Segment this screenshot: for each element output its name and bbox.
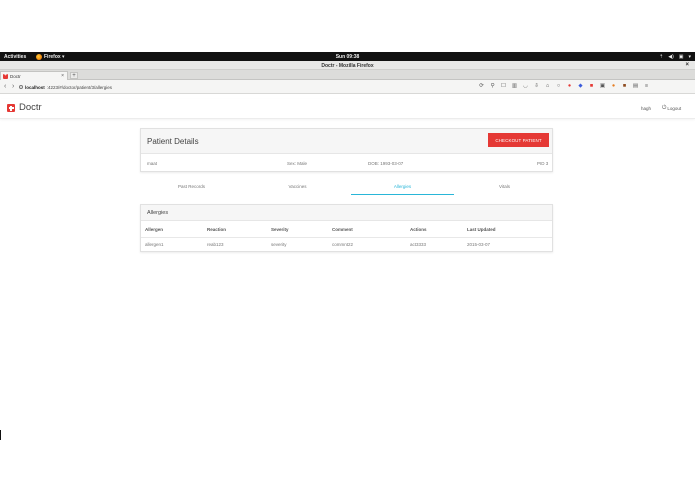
- extension-badge-icon[interactable]: ■: [588, 83, 595, 90]
- text-cursor: [0, 430, 1, 440]
- site-info-icon[interactable]: [19, 85, 23, 89]
- patient-details-header: Patient Details CHECKOUT PATIENT: [141, 129, 552, 154]
- extension-brown-icon[interactable]: ■: [621, 83, 628, 90]
- tab-vaccines[interactable]: Vaccines: [246, 182, 349, 195]
- url-host: localhost: [25, 84, 45, 90]
- browser-tab-doctr[interactable]: Doctr ×: [0, 71, 68, 80]
- logout-label: Logout: [667, 106, 682, 111]
- chat-icon[interactable]: ○: [555, 83, 562, 90]
- tab-close-icon[interactable]: ×: [61, 73, 64, 79]
- library-icon[interactable]: ▥: [511, 83, 518, 90]
- cell-last-updated: 2015-03-07: [467, 242, 491, 247]
- forward-icon[interactable]: ›: [12, 83, 14, 90]
- cell-comment: commnt22: [332, 242, 354, 247]
- system-tray[interactable]: ⇡ ◀) ▣ ▾: [659, 54, 691, 60]
- cell-reaction: reab123: [207, 242, 224, 247]
- logout-link[interactable]: ⏻ Logout: [662, 105, 681, 112]
- pocket-icon[interactable]: ◡: [522, 83, 529, 90]
- column-header-comment: Comment: [332, 227, 353, 232]
- patient-details-title: Patient Details: [147, 137, 199, 146]
- url-bar[interactable]: localhost:4223/#/doctor/patient/3/allerg…: [19, 83, 494, 91]
- browser-tab-title: Doctr: [10, 73, 21, 79]
- home-icon[interactable]: ⌂: [544, 83, 551, 90]
- cell-actions[interactable]: act3333: [410, 242, 426, 247]
- network-icon: ⇡: [659, 53, 664, 60]
- volume-icon: ◀): [668, 53, 674, 60]
- doctr-favicon-icon: [3, 72, 8, 79]
- checkout-patient-button[interactable]: CHECKOUT PATIENT: [488, 133, 549, 147]
- window-title: Doctr - Mozilla Firefox: [321, 63, 374, 69]
- sidebar-icon[interactable]: ▤: [632, 83, 639, 90]
- extension-blue-icon[interactable]: ◆: [577, 83, 584, 90]
- patient-dob: DOB: 1993-03-07: [368, 161, 404, 166]
- download-icon[interactable]: ⇩: [533, 83, 540, 90]
- chevron-down-icon: ▾: [688, 53, 691, 60]
- column-header-last-updated: Last Updated: [467, 227, 496, 232]
- allergies-header: Allergies: [141, 205, 552, 221]
- patient-pid: PID 3: [537, 161, 549, 166]
- column-header-allergen: Allergen: [145, 227, 164, 232]
- allergies-title: Allergies: [147, 210, 169, 216]
- patient-sex: Sex: Male: [287, 161, 308, 166]
- cell-allergen: allergen1: [145, 242, 164, 247]
- column-header-actions: Actions: [410, 227, 427, 232]
- doctr-logo-icon: [7, 104, 15, 112]
- column-header-severity: Severity: [271, 227, 289, 232]
- back-icon[interactable]: ‹: [4, 83, 6, 90]
- tab-vitals[interactable]: Vitals: [453, 182, 556, 195]
- patient-details-card: Patient Details CHECKOUT PATIENT maat Se…: [140, 128, 553, 172]
- column-header-reaction: Reaction: [207, 227, 227, 232]
- hamburger-menu-icon[interactable]: ≡: [643, 83, 650, 90]
- extension-dark-icon[interactable]: ▣: [599, 83, 606, 90]
- cell-severity: severity: [271, 242, 287, 247]
- new-tab-button[interactable]: +: [70, 72, 78, 79]
- allergies-card: Allergies Allergen Reaction Severity Com…: [140, 204, 553, 252]
- patient-tabs: Past Records Vaccines Allergies Vitals: [140, 182, 553, 195]
- clock[interactable]: Sun 09:38: [0, 54, 695, 60]
- reload-icon[interactable]: ⟳: [478, 83, 485, 90]
- brand-title[interactable]: Doctr: [19, 102, 42, 113]
- extension-red-icon[interactable]: ●: [566, 83, 573, 90]
- logout-icon: ⏻: [662, 105, 667, 111]
- app-header: Doctr hagh ⏻ Logout: [0, 99, 695, 119]
- table-divider: [141, 237, 552, 238]
- bookmark-icon[interactable]: ☐: [500, 83, 507, 90]
- patient-name: maat: [147, 161, 158, 166]
- system-top-bar: Activities Firefox ▾ Sun 09:38 ⇡ ◀) ▣ ▾: [0, 52, 695, 61]
- search-icon[interactable]: ⚲: [489, 83, 496, 90]
- url-path: :4223/#/doctor/patient/3/allergies: [46, 84, 113, 90]
- tab-allergies[interactable]: Allergies: [351, 182, 454, 195]
- window-close-icon[interactable]: ×: [685, 62, 689, 68]
- browser-tab-strip: Doctr × +: [0, 70, 695, 80]
- screen: Activities Firefox ▾ Sun 09:38 ⇡ ◀) ▣ ▾ …: [0, 0, 695, 494]
- extension-orange-icon[interactable]: ●: [610, 83, 617, 90]
- browser-toolbar-icons: ⟳ ⚲ ☐ ▥ ◡ ⇩ ⌂ ○ ● ◆ ■ ▣ ● ■ ▤ ≡: [478, 83, 650, 90]
- battery-icon: ▣: [678, 53, 684, 60]
- tab-past-records[interactable]: Past Records: [140, 182, 243, 195]
- user-name: hagh: [641, 106, 652, 111]
- window-title-bar: Doctr - Mozilla Firefox ×: [0, 61, 695, 70]
- browser-nav-bar: ‹ › localhost:4223/#/doctor/patient/3/al…: [0, 80, 695, 94]
